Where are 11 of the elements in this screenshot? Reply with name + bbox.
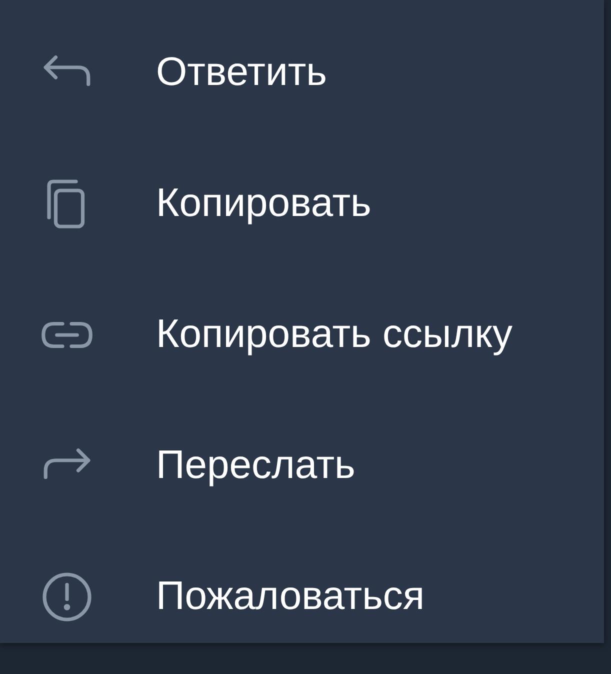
menu-item-label: Переслать [156, 443, 356, 488]
exclamation-icon [40, 570, 94, 624]
menu-item-label: Ответить [156, 50, 327, 95]
menu-item[interactable]: Копировать ссылку [0, 269, 604, 400]
menu-item[interactable]: Переслать [0, 400, 604, 531]
menu-item[interactable]: Пожаловаться [0, 531, 604, 643]
menu-item[interactable]: Ответить [0, 7, 604, 138]
menu-item-label: Копировать [156, 181, 372, 226]
menu-item[interactable]: Копировать [0, 138, 604, 269]
menu-item-label: Копировать ссылку [156, 312, 513, 357]
menu-item-label: Пожаловаться [156, 574, 425, 619]
